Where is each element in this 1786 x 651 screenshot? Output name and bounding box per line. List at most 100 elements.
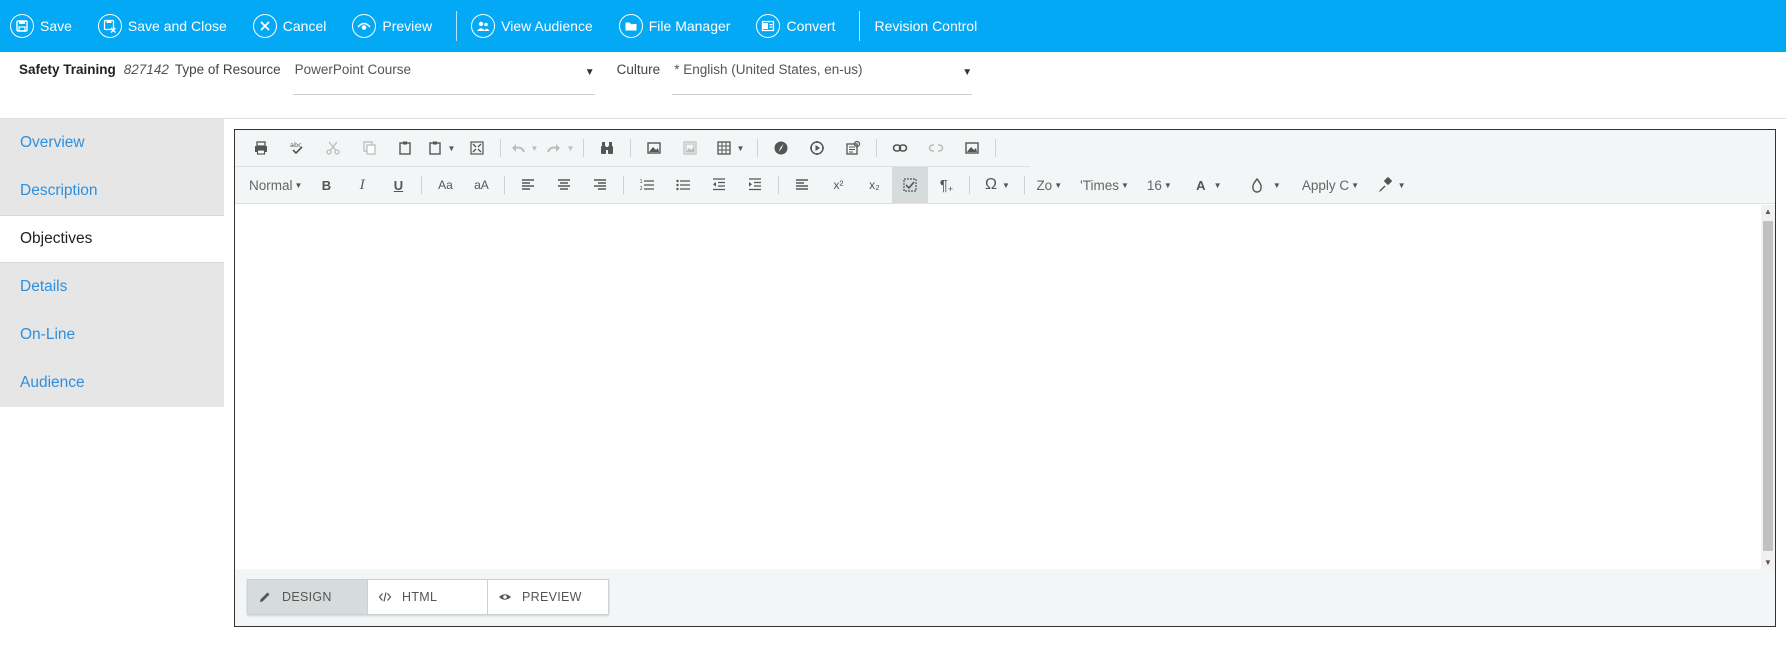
view-audience-button[interactable]: View Audience xyxy=(471,0,603,52)
preview-label: Preview xyxy=(382,18,433,34)
scroll-up-arrow[interactable]: ▲ xyxy=(1764,207,1772,216)
back-color-dropdown[interactable]: ▼ xyxy=(1240,167,1290,203)
paste-options-dropdown[interactable]: ▼ xyxy=(423,130,459,166)
numbered-list-button[interactable]: 12 xyxy=(629,167,665,203)
paragraph-button[interactable]: ¶ + xyxy=(928,167,964,203)
format-stripper-button[interactable] xyxy=(892,167,929,203)
align-right-button[interactable] xyxy=(582,167,618,203)
fullscreen-button[interactable] xyxy=(459,130,495,166)
font-size-value: 16 xyxy=(1146,177,1162,193)
nav-item-objectives[interactable]: Objectives xyxy=(0,215,224,263)
bold-button[interactable]: B xyxy=(308,167,344,203)
find-replace-button[interactable] xyxy=(589,130,625,166)
chevron-down-icon: ▼ xyxy=(1001,180,1010,190)
scrollbar-thumb[interactable] xyxy=(1763,221,1773,551)
file-manager-label: File Manager xyxy=(648,18,731,34)
format-block-dropdown[interactable]: Normal ▼ xyxy=(243,167,308,203)
close-icon xyxy=(252,14,277,38)
insert-link-button[interactable] xyxy=(882,130,918,166)
chevron-down-icon: ▼ xyxy=(294,180,303,190)
zoom-dropdown[interactable]: Zo ▼ xyxy=(1030,167,1068,203)
align-left-button[interactable] xyxy=(510,167,546,203)
font-name-dropdown[interactable]: 'Times ▼ xyxy=(1074,167,1135,203)
document-manager-button[interactable] xyxy=(835,130,871,166)
nav-item-audience[interactable]: Audience xyxy=(0,359,224,407)
convert-button[interactable]: Convert xyxy=(756,0,845,52)
copy-button[interactable] xyxy=(351,130,387,166)
editor-content-area[interactable] xyxy=(235,205,1775,569)
nav-item-on-line[interactable]: On-Line xyxy=(0,311,224,359)
editor-scrollbar[interactable]: ▲ ▼ xyxy=(1761,205,1775,569)
chevron-down-icon: ▼ xyxy=(447,143,456,153)
preview-button[interactable]: Preview xyxy=(352,0,442,52)
subscript-button[interactable]: x₂ xyxy=(856,167,892,203)
undo-icon xyxy=(511,144,525,153)
redo-icon xyxy=(546,144,560,153)
image-icon xyxy=(965,142,979,154)
apply-class-dropdown[interactable]: Apply C ▼ xyxy=(1296,167,1365,203)
insert-media-button[interactable] xyxy=(799,130,835,166)
chevron-down-icon: ▼ xyxy=(736,143,745,153)
insert-image-button[interactable] xyxy=(636,130,672,166)
toolbar-separator xyxy=(1024,176,1026,194)
editor-toolbar-row-1: abc ▼ ▼ ▼ ▼ xyxy=(243,130,1001,166)
fore-color-dropdown[interactable]: A ▼ xyxy=(1184,167,1234,203)
chevron-down-icon: ▼ xyxy=(962,67,973,78)
binoculars-icon xyxy=(601,142,613,154)
tab-html[interactable]: HTML xyxy=(368,580,488,614)
culture-select[interactable]: * English (United States, en-us) ▼ xyxy=(672,61,973,95)
superscript-button[interactable]: x² xyxy=(820,167,856,203)
underline-icon: U xyxy=(393,177,404,193)
tab-design-label: DESIGN xyxy=(282,590,332,604)
insert-table-dropdown[interactable]: ▼ xyxy=(708,130,752,166)
paste-button[interactable] xyxy=(387,130,423,166)
image-properties-button[interactable] xyxy=(672,130,708,166)
toolbar-separator xyxy=(421,176,423,194)
left-nav: Overview Description Objectives Details … xyxy=(0,119,224,407)
redo-button[interactable]: ▼ xyxy=(542,130,578,166)
nav-item-details[interactable]: Details xyxy=(0,263,224,311)
insert-symbol-dropdown[interactable]: Ω ▼ xyxy=(975,167,1019,203)
scroll-down-arrow[interactable]: ▼ xyxy=(1764,558,1772,567)
outdent-icon xyxy=(713,178,726,191)
format-painter-dropdown[interactable]: ▼ xyxy=(1369,167,1413,203)
outdent-button[interactable] xyxy=(701,167,737,203)
convert-to-lower-button[interactable]: Aa xyxy=(427,167,463,203)
indent-button[interactable] xyxy=(737,167,773,203)
image-manager-button[interactable] xyxy=(954,130,990,166)
tab-preview[interactable]: PREVIEW xyxy=(488,580,608,614)
print-icon xyxy=(255,141,267,155)
undo-button[interactable]: ▼ xyxy=(506,130,542,166)
nav-item-description[interactable]: Description xyxy=(0,167,224,215)
justify-button[interactable] xyxy=(784,167,820,203)
case-icon: aA xyxy=(474,178,489,192)
save-and-close-button[interactable]: Save and Close xyxy=(97,0,237,52)
spellcheck-button[interactable]: abc xyxy=(279,130,315,166)
powerpoint-icon xyxy=(756,14,781,38)
toolbar-separator xyxy=(995,139,996,157)
unlink-icon xyxy=(928,144,944,152)
save-and-close-label: Save and Close xyxy=(127,18,227,34)
cut-button[interactable] xyxy=(315,130,351,166)
save-button[interactable]: Save xyxy=(10,0,82,52)
italic-button[interactable]: I xyxy=(344,167,380,203)
tab-design[interactable]: DESIGN xyxy=(248,580,368,614)
revision-control-button[interactable]: Revision Control xyxy=(874,0,987,52)
clipboard-icon xyxy=(399,141,411,155)
remove-link-button[interactable] xyxy=(918,130,954,166)
print-button[interactable] xyxy=(243,130,279,166)
type-of-resource-select[interactable]: PowerPoint Course ▼ xyxy=(292,61,595,95)
underline-button[interactable]: U xyxy=(380,167,416,203)
bulleted-list-button[interactable] xyxy=(665,167,701,203)
toolbar-separator xyxy=(500,139,501,157)
font-size-dropdown[interactable]: 16 ▼ xyxy=(1141,167,1178,203)
nav-item-overview[interactable]: Overview xyxy=(0,119,224,167)
toolbar-divider xyxy=(859,11,861,41)
insert-flash-button[interactable] xyxy=(763,130,799,166)
chevron-down-icon: ▼ xyxy=(1397,180,1406,190)
resource-title: Safety Training xyxy=(19,62,116,77)
file-manager-button[interactable]: File Manager xyxy=(618,0,741,52)
align-center-button[interactable] xyxy=(546,167,582,203)
cancel-button[interactable]: Cancel xyxy=(252,0,337,52)
convert-to-upper-button[interactable]: aA xyxy=(463,167,499,203)
